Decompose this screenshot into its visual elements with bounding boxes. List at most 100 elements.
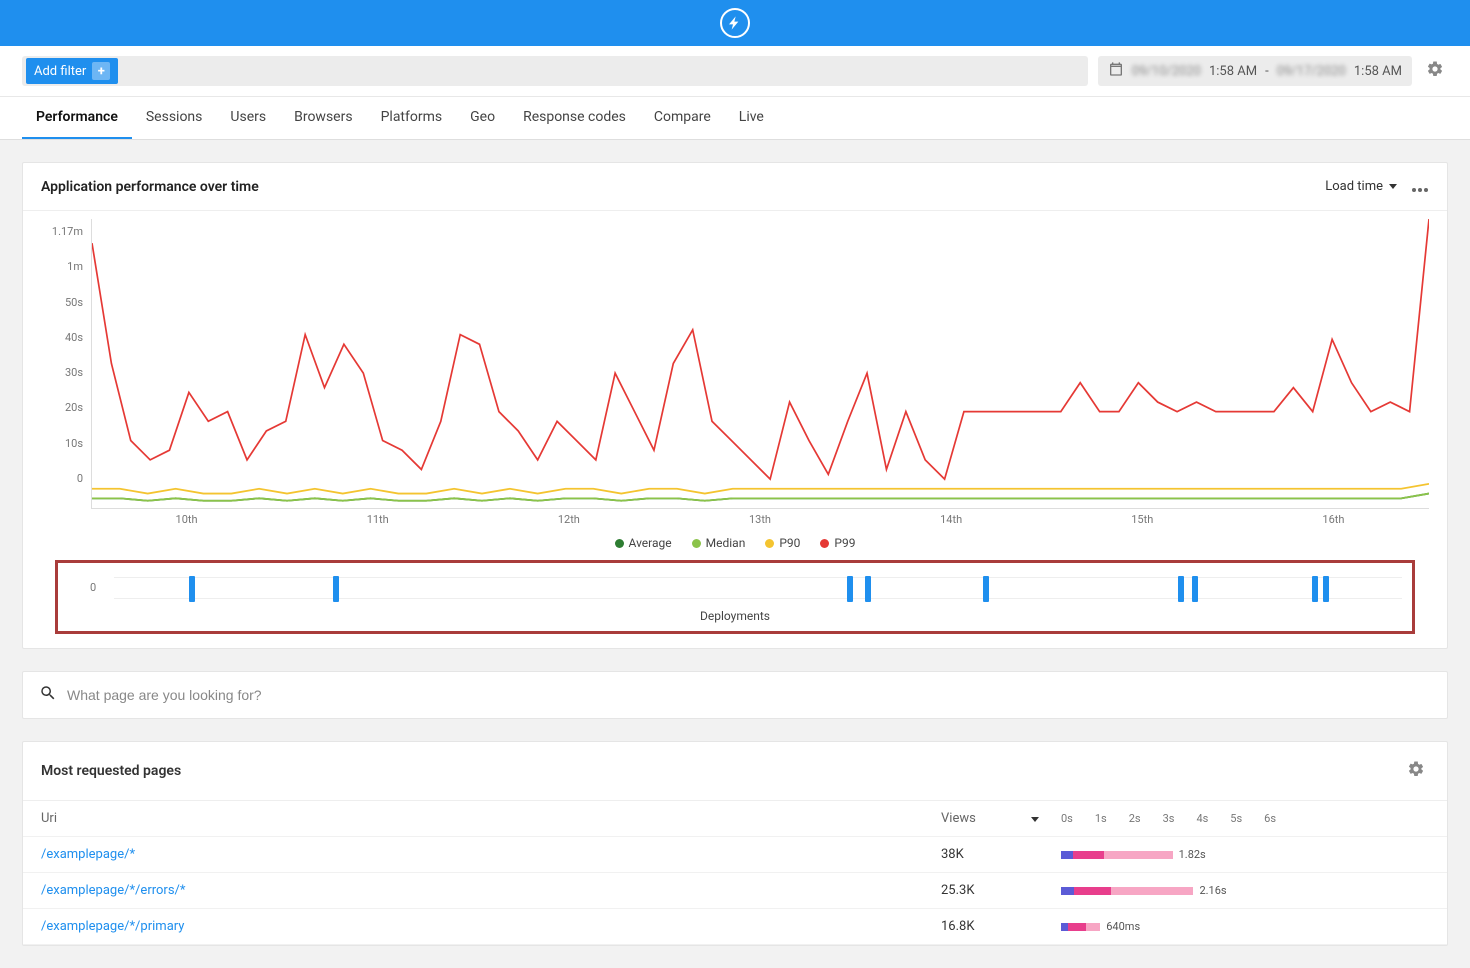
tab-live[interactable]: Live [725, 97, 778, 139]
tab-performance[interactable]: Performance [22, 97, 132, 139]
scale-tick: 4s [1196, 812, 1208, 825]
load-time-label: 2.16s [1199, 884, 1226, 897]
scale-tick: 5s [1230, 812, 1242, 825]
legend-dot-icon [692, 539, 701, 548]
deployment-marker[interactable] [1178, 576, 1184, 602]
app-logo-icon [720, 8, 750, 38]
time-to: 1:58 AM [1354, 64, 1402, 79]
date-from: 09/10/2020 [1132, 64, 1201, 79]
legend-item[interactable]: P90 [765, 536, 800, 550]
legend-dot-icon [615, 539, 624, 548]
tab-users[interactable]: Users [216, 97, 280, 139]
scale-tick: 0s [1061, 812, 1073, 825]
page-uri-link[interactable]: /examplepage/* [41, 847, 135, 862]
filter-bar[interactable]: Add filter + [22, 56, 1088, 86]
col-sort-header[interactable] [1031, 811, 1061, 826]
date-separator: - [1265, 64, 1269, 79]
scale-tick: 3s [1163, 812, 1175, 825]
tabs: PerformanceSessionsUsersBrowsersPlatform… [0, 97, 1470, 140]
y-tick: 20s [41, 401, 83, 414]
y-tick: 50s [41, 296, 83, 309]
col-views-header[interactable]: Views [941, 811, 1031, 826]
x-tick: 13th [664, 513, 855, 526]
deployment-marker[interactable] [847, 576, 853, 602]
load-time-label: 1.82s [1179, 848, 1206, 861]
legend-dot-icon [820, 539, 829, 548]
x-tick: 15th [1047, 513, 1238, 526]
pages-table-header: Uri Views 0s 1s 2s 3s 4s 5s 6s [23, 801, 1447, 837]
add-filter-button[interactable]: Add filter + [26, 58, 118, 84]
add-filter-label: Add filter [34, 64, 86, 79]
chart-y-axis: 1.17m1m50s40s30s20s10s0 [41, 219, 83, 509]
legend-item[interactable]: P99 [820, 536, 855, 550]
x-tick: 12th [473, 513, 664, 526]
tab-compare[interactable]: Compare [640, 97, 725, 139]
deployments-strip: 0 Deployments [55, 560, 1415, 634]
performance-panel-title: Application performance over time [41, 179, 259, 195]
page-search-input[interactable] [67, 687, 1431, 703]
table-row: /examplepage/*/primary16.8K640ms [23, 909, 1447, 945]
deployment-marker[interactable] [1323, 576, 1329, 602]
deployments-zero-label: 0 [90, 581, 96, 594]
tab-geo[interactable]: Geo [456, 97, 509, 139]
more-menu-button[interactable] [1411, 177, 1429, 196]
page-uri-link[interactable]: /examplepage/*/errors/* [41, 883, 186, 898]
date-range-picker[interactable]: 09/10/2020 1:58 AM - 09/17/2020 1:58 AM [1098, 56, 1412, 86]
performance-panel-header: Application performance over time Load t… [23, 163, 1447, 211]
chevron-down-icon [1031, 817, 1039, 822]
x-tick: 10th [91, 513, 282, 526]
plus-icon: + [92, 62, 110, 80]
legend-item[interactable]: Average [615, 536, 672, 550]
deployment-marker[interactable] [865, 576, 871, 602]
y-tick: 30s [41, 366, 83, 379]
line-chart-container: 1.17m 1m 50s 40s 30s 20s 10s 0 10th11th12th13th… [23, 211, 1447, 634]
deployment-marker[interactable] [983, 576, 989, 602]
deployment-marker[interactable] [1192, 576, 1198, 602]
performance-panel: Application performance over time Load t… [22, 162, 1448, 649]
page-views: 25.3K [941, 883, 1031, 898]
page-search[interactable] [22, 671, 1448, 719]
page-uri-link[interactable]: /examplepage/*/primary [41, 919, 184, 934]
deployments-label: Deployments [62, 609, 1408, 629]
chart-plot-area[interactable] [91, 219, 1429, 509]
load-time-bar: 2.16s [1061, 886, 1429, 896]
timeline-scale: 0s 1s 2s 3s 4s 5s 6s [1061, 812, 1429, 825]
legend-item[interactable]: Median [692, 536, 746, 550]
tab-response-codes[interactable]: Response codes [509, 97, 640, 139]
deployments-track[interactable] [114, 577, 1402, 599]
y-tick: 1.17m [41, 225, 83, 238]
tab-platforms[interactable]: Platforms [367, 97, 457, 139]
deployment-marker[interactable] [189, 576, 195, 602]
scale-tick: 2s [1129, 812, 1141, 825]
metric-selector[interactable]: Load time [1325, 179, 1397, 194]
scale-tick: 6s [1264, 812, 1276, 825]
tab-sessions[interactable]: Sessions [132, 97, 217, 139]
top-bar [0, 0, 1470, 46]
page-views: 16.8K [941, 919, 1031, 934]
x-tick: 11th [282, 513, 473, 526]
load-time-bar: 1.82s [1061, 850, 1429, 860]
search-icon [39, 684, 57, 706]
y-tick: 10s [41, 437, 83, 450]
calendar-icon [1108, 61, 1124, 81]
x-tick: 14th [856, 513, 1047, 526]
settings-button[interactable] [1422, 56, 1448, 86]
chevron-down-icon [1389, 184, 1397, 189]
pages-panel: Most requested pages Uri Views 0s 1s 2s 3s 4… [22, 741, 1448, 946]
metric-selector-label: Load time [1325, 179, 1383, 194]
filter-row: Add filter + 09/10/2020 1:58 AM - 09/17/… [0, 46, 1470, 97]
chart-legend: Average Median P90 P99 [41, 526, 1429, 556]
pages-settings-button[interactable] [1403, 756, 1429, 786]
tab-browsers[interactable]: Browsers [280, 97, 366, 139]
deployment-marker[interactable] [1312, 576, 1318, 602]
col-uri-header[interactable]: Uri [41, 811, 941, 826]
y-tick: 40s [41, 331, 83, 344]
y-tick: 1m [41, 260, 83, 273]
legend-dot-icon [765, 539, 774, 548]
table-row: /examplepage/*/errors/* 25.3K 2.16s [23, 873, 1447, 909]
date-to: 09/17/2020 [1277, 64, 1346, 79]
pages-panel-title: Most requested pages [41, 763, 181, 779]
deployment-marker[interactable] [333, 576, 339, 602]
scale-tick: 1s [1095, 812, 1107, 825]
chart-x-axis: 10th11th12th13th14th15th16th [41, 513, 1429, 526]
